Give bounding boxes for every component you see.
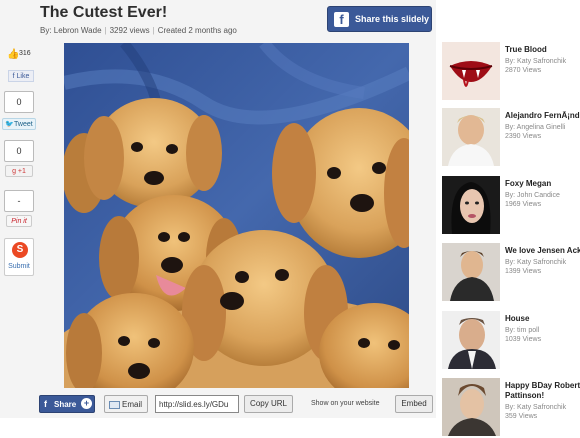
related-item[interactable]: House By: tim poll 1039 Views [442,311,580,371]
related-author: By: John Candice [505,192,560,199]
tweet-button[interactable]: 🐦Tweet [2,118,36,130]
related-thumbnail[interactable] [442,42,500,100]
plus-icon: + [81,398,92,409]
related-views: 359 Views [505,413,538,420]
show-on-website-label: Show on your website [311,400,380,407]
related-views: 2870 Views [505,67,542,74]
facebook-like-button[interactable]: f Like [8,70,34,82]
bottom-toolbar: f Share + Email Copy URL Show on your we… [0,390,436,418]
slideshow-main: The Cutest Ever! By: Lebron Wade | 3292 vi… [0,0,436,418]
facebook-icon: f [44,399,47,409]
email-button[interactable]: Email [104,395,148,413]
related-views: 1969 Views [505,201,542,208]
related-sidebar: True Blood By: Katy Safronchik 2870 View… [436,0,580,436]
like-count: 316 [19,50,31,57]
related-item[interactable]: Foxy Megan By: John Candice 1969 Views [442,176,580,236]
pin-it-button[interactable]: Pin it [6,215,32,227]
slideshow-title: The Cutest Ever! [40,4,168,21]
related-item[interactable]: We love Jensen Ackles By: Katy Safronchi… [442,243,580,303]
slideshow-meta: By: Lebron Wade | 3292 views | Created 2 mon… [40,26,237,35]
related-views: 1039 Views [505,336,542,343]
share-button[interactable]: f Share + [39,395,95,413]
related-thumbnail[interactable] [442,378,500,436]
related-thumbnail[interactable] [442,311,500,369]
related-item[interactable]: Alejandro FernÃ¡ndez By: Angelina Ginell… [442,108,580,168]
related-author: By: tim poll [505,327,540,334]
related-title[interactable]: True Blood [505,45,580,55]
stumbleupon-icon: S [12,242,28,258]
related-item[interactable]: Happy BDay Robert Pattinson! By: Katy Sa… [442,378,580,438]
related-title[interactable]: House [505,314,580,324]
related-thumbnail[interactable] [442,108,500,166]
stumble-label: Submit [8,263,30,270]
facebook-like-widget[interactable]: 👍 316 f Like [4,45,34,85]
envelope-icon [109,401,120,409]
related-author: By: Katy Safronchik [505,404,567,411]
author-link[interactable]: By: Lebron Wade [40,26,102,35]
related-item[interactable]: True Blood By: Katy Safronchik 2870 View… [442,42,580,102]
view-count: 3292 views [109,26,150,35]
related-views: 1399 Views [505,268,542,275]
puppies-photo [64,43,409,388]
related-author: By: Katy Safronchik [505,58,567,65]
related-title[interactable]: Happy BDay Robert Pattinson! [505,381,580,401]
thumbs-up-icon: 👍 [7,49,20,60]
gplus-button[interactable]: g +1 [5,165,33,177]
share-url-input[interactable] [155,395,239,413]
embed-button[interactable]: Embed [395,395,433,413]
copy-url-button[interactable]: Copy URL [244,395,293,413]
related-title[interactable]: Foxy Megan [505,179,580,189]
facebook-share-label: Share this slidely [355,14,430,24]
facebook-share-button[interactable]: f Share this slidely [327,6,432,32]
related-thumbnail[interactable] [442,176,500,234]
facebook-icon: f [334,12,349,27]
slide-image[interactable] [64,43,409,388]
related-views: 2390 Views [505,133,542,140]
created-date: Created 2 months ago [157,26,237,35]
related-thumbnail[interactable] [442,243,500,301]
related-author: By: Angelina Ginelli [505,124,566,131]
related-title[interactable]: Alejandro FernÃ¡ndez [505,111,580,121]
pin-count: - [4,190,34,212]
tweet-count: 0 [4,91,34,113]
related-title[interactable]: We love Jensen Ackles [505,246,580,256]
gplus-count: 0 [4,140,34,162]
stumbleupon-button[interactable]: S Submit [4,238,34,276]
related-author: By: Katy Safronchik [505,259,567,266]
